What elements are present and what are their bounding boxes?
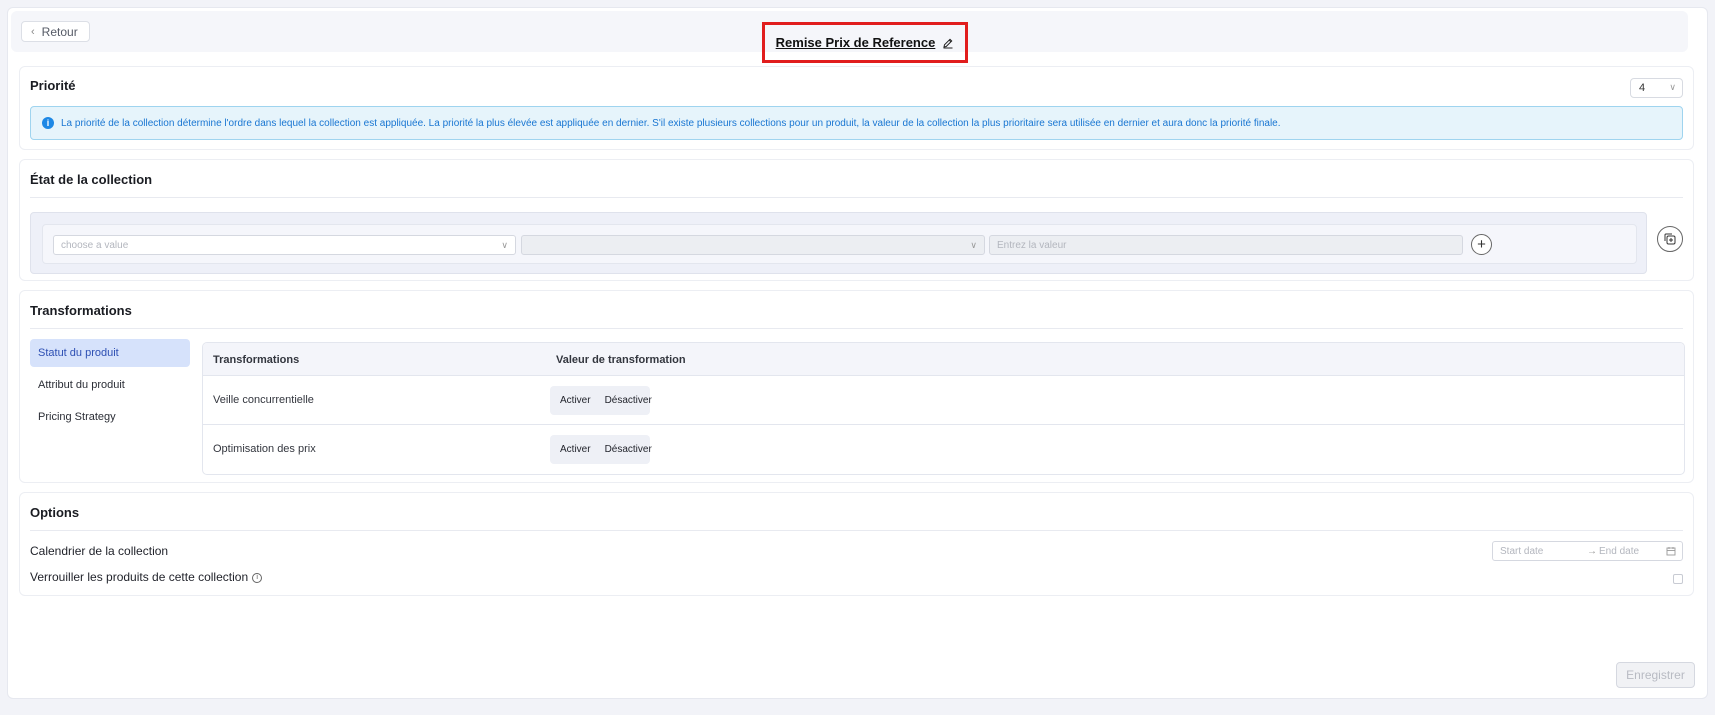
activation-toggle: Activer Désactiver <box>550 435 652 464</box>
activate-button[interactable]: Activer <box>554 395 597 406</box>
activate-button[interactable]: Activer <box>554 444 597 455</box>
calendar-icon <box>1666 547 1676 556</box>
priority-value: 4 <box>1639 82 1646 94</box>
back-button[interactable]: ‹ Retour <box>21 21 90 42</box>
value-input[interactable]: Entrez la valeur <box>989 235 1463 255</box>
lock-products-label: Verrouiller les produits de cette collec… <box>30 570 249 584</box>
chevron-down-icon: ∨ <box>501 240 508 250</box>
info-icon: i <box>42 117 54 129</box>
priority-select[interactable]: 4 ∨ <box>1630 78 1683 98</box>
table-header: Transformations Valeur de transformation <box>203 343 1684 376</box>
chevron-down-icon: ∨ <box>1669 82 1676 92</box>
column-header: Valeur de transformation <box>556 354 686 366</box>
tab-label: Attribut du produit <box>38 379 125 391</box>
attribute-select-placeholder: choose a value <box>61 239 129 251</box>
priority-info-alert: i La priorité de la collection détermine… <box>30 106 1683 140</box>
attribute-select[interactable]: choose a value ∨ <box>53 235 516 255</box>
save-button[interactable]: Enregistrer <box>1616 662 1695 688</box>
tab-pricing-strategy[interactable]: Pricing Strategy <box>30 403 190 431</box>
transformations-section: Transformations Statut du produit Attrib… <box>19 290 1694 483</box>
start-date-input[interactable]: Start date <box>1500 546 1543 557</box>
tab-product-status[interactable]: Statut du produit <box>30 339 190 367</box>
table-row: Optimisation des prix Activer Désactiver <box>203 425 1684 474</box>
rule-group: choose a value ∨ ∨ Entrez la valeur + <box>30 212 1647 274</box>
lock-products-row: Verrouiller les produits de cette collec… <box>30 570 263 584</box>
options-section: Options Calendrier de la collection Star… <box>19 492 1694 596</box>
tab-product-attribute[interactable]: Attribut du produit <box>30 371 190 399</box>
divider <box>30 197 1683 198</box>
end-date-input[interactable]: End date <box>1599 546 1639 557</box>
transformations-table: Transformations Valeur de transformation… <box>202 342 1685 475</box>
chevron-down-icon: ∨ <box>970 240 977 250</box>
tab-label: Statut du produit <box>38 347 119 359</box>
column-header: Transformations <box>213 354 300 366</box>
pencil-icon[interactable] <box>942 37 954 49</box>
arrow-right-icon: → <box>1587 546 1597 557</box>
transformation-name: Veille concurrentielle <box>213 394 314 406</box>
deactivate-button[interactable]: Désactiver <box>599 444 658 455</box>
add-group-button[interactable] <box>1657 226 1683 252</box>
collection-state-title: État de la collection <box>30 172 153 187</box>
back-label: Retour <box>41 24 78 39</box>
options-title: Options <box>30 505 80 520</box>
page-title[interactable]: Remise Prix de Reference <box>776 35 936 50</box>
divider <box>30 328 1683 329</box>
collection-state-section: État de la collection choose a value ∨ ∨… <box>19 159 1694 281</box>
value-input-placeholder: Entrez la valeur <box>997 239 1067 251</box>
transformation-name: Optimisation des prix <box>213 443 316 455</box>
activation-toggle: Activer Désactiver <box>550 386 652 415</box>
copy-add-icon <box>1664 233 1676 245</box>
lock-products-checkbox[interactable] <box>1673 574 1683 584</box>
plus-icon: + <box>1477 236 1486 253</box>
calendar-label: Calendrier de la collection <box>30 544 169 558</box>
transformations-title: Transformations <box>30 303 132 318</box>
chevron-left-icon: ‹ <box>31 25 35 38</box>
tab-label: Pricing Strategy <box>38 411 116 423</box>
priority-section: Priorité 4 ∨ i La priorité de la collect… <box>19 66 1694 150</box>
table-row: Veille concurrentielle Activer Désactive… <box>203 376 1684 425</box>
priority-title: Priorité <box>30 78 76 93</box>
priority-info-text: La priorité de la collection détermine l… <box>61 117 1281 129</box>
add-rule-button[interactable]: + <box>1471 234 1492 255</box>
info-circle-icon[interactable]: i <box>252 572 263 583</box>
deactivate-button[interactable]: Désactiver <box>599 395 658 406</box>
operator-select[interactable]: ∨ <box>521 235 985 255</box>
date-range-picker[interactable]: Start date → End date <box>1492 541 1683 561</box>
divider <box>30 530 1683 531</box>
rule-row: choose a value ∨ ∨ Entrez la valeur + <box>42 224 1637 264</box>
title-highlight: Remise Prix de Reference <box>762 22 968 63</box>
